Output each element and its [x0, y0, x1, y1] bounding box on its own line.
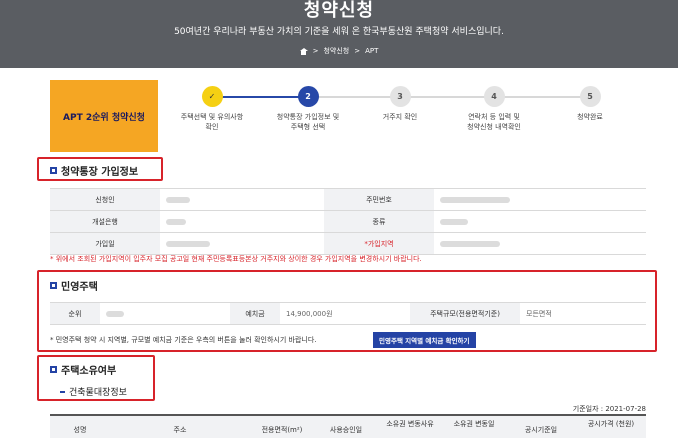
rank-value	[100, 302, 230, 325]
column-header: 소유권 변동일	[453, 420, 495, 428]
page-title: 청약신청	[303, 0, 375, 21]
step-number: 4	[483, 86, 505, 107]
breadcrumb: > 청약신청 > APT	[0, 46, 678, 56]
section-title-private: 민영주택	[50, 278, 98, 293]
step-number: 2	[297, 86, 319, 107]
deposit-value: 14,900,000원	[280, 302, 410, 325]
label-resident-no: 주민번호	[324, 188, 434, 211]
step-label: 청약통장 가입정보 및	[276, 113, 340, 121]
label-type: 종류	[324, 210, 434, 233]
column-header: 공시가격 (천원)	[587, 420, 635, 428]
join-region-value	[434, 232, 646, 255]
step-label: 주택형 선택	[290, 123, 326, 131]
subsection-title: 건축물대장정보	[60, 385, 127, 398]
column-header: 주소	[173, 426, 187, 434]
home-icon[interactable]	[299, 47, 308, 55]
check-deposit-button[interactable]: 민영주택 지역별 예치금 확인하기	[373, 332, 476, 348]
column-header: 소유권 변동사유	[386, 420, 434, 428]
column-header: 사용승인일	[329, 426, 363, 434]
step-indicator: APT 2순위 청약신청 ✓ 주택선택 및 유의사항확인 2 청약통장 가입정보…	[50, 80, 630, 152]
step-1: ✓ 주택선택 및 유의사항확인	[162, 86, 262, 132]
chevron-right-icon: >	[312, 47, 319, 55]
step-label: 청약완료	[577, 113, 603, 121]
breadcrumb-item[interactable]: 청약신청	[323, 46, 349, 56]
column-header: 성명	[73, 426, 87, 434]
applicant-value	[160, 188, 324, 211]
section-title-text: 청약통장 가입정보	[61, 167, 139, 178]
section-title-text: 주택소유여부	[61, 366, 117, 377]
page-subtitle: 50여년간 우리나라 부동산 가치의 기준을 세워 온 한국부동산원 주택청약 …	[174, 27, 504, 37]
reference-date: 기준일자 : 2021-07-28	[572, 405, 646, 413]
step-5: 5 청약완료	[540, 86, 640, 122]
step-2: 2 청약통장 가입정보 및주택형 선택	[258, 86, 358, 132]
section-bullet-icon	[50, 366, 57, 373]
join-date-value	[160, 232, 324, 255]
house-size-value: 모든면적	[520, 302, 646, 325]
label-deposit: 예치금	[230, 302, 280, 325]
section-bullet-icon	[50, 282, 57, 289]
section-title-ownership: 주택소유여부	[50, 362, 116, 377]
breadcrumb-item[interactable]: APT	[365, 47, 378, 55]
bank-value	[160, 210, 324, 233]
section-title-text: 민영주택	[61, 282, 98, 293]
label-rank: 순위	[50, 302, 100, 325]
label-applicant: 신청인	[50, 188, 160, 211]
section-bullet-icon	[50, 167, 57, 174]
account-info-table: 신청인 주민번호 개설은행 종류 가입일 *가입지역	[50, 188, 646, 255]
label-join-region: *가입지역	[324, 232, 434, 255]
step-label: 확인	[205, 123, 219, 131]
dash-icon	[60, 390, 65, 393]
page-header: 청약신청 50여년간 우리나라 부동산 가치의 기준을 세워 온 한국부동산원 …	[0, 0, 678, 68]
ownership-table-header: 성명 주소 전용면적(m²) 사용승인일 소유권 변동사유 소유권 변동일 공시…	[50, 414, 646, 438]
chevron-right-icon: >	[354, 47, 361, 55]
type-value	[434, 210, 646, 233]
column-header: 공시기준일	[524, 426, 558, 434]
step-label: 연락처 등 입력 및	[468, 113, 520, 121]
section-title-account: 청약통장 가입정보	[50, 163, 138, 178]
label-bank: 개설은행	[50, 210, 160, 233]
step-4: 4 연락처 등 입력 및청약신청 내역확인	[444, 86, 544, 132]
step-number: 3	[389, 86, 411, 107]
step-label: 거주지 확인	[382, 113, 418, 121]
resident-no-value	[434, 188, 646, 211]
label-join-date: 가입일	[50, 232, 160, 255]
region-warning: * 위에서 조회된 가입지역이 입주자 모집 공고일 현재 주민등록표등본상 거…	[50, 255, 422, 263]
step-number: 5	[579, 86, 601, 107]
check-icon: ✓	[201, 86, 223, 107]
label-house-size: 주택규모(전용면적기준)	[410, 302, 520, 325]
step-label: 청약신청 내역확인	[467, 123, 521, 131]
step-3: 3 거주지 확인	[350, 86, 450, 122]
current-process-label: APT 2순위 청약신청	[50, 80, 158, 152]
private-housing-table: 순위 예치금 14,900,000원 주택규모(전용면적기준) 모든면적	[50, 302, 646, 325]
deposit-note: * 민영주택 청약 시 지역별, 규모별 예치금 기준은 우측의 버튼을 눌러 …	[50, 336, 317, 344]
step-label: 주택선택 및 유의사항	[180, 113, 244, 121]
column-header: 전용면적(m²)	[261, 426, 303, 434]
